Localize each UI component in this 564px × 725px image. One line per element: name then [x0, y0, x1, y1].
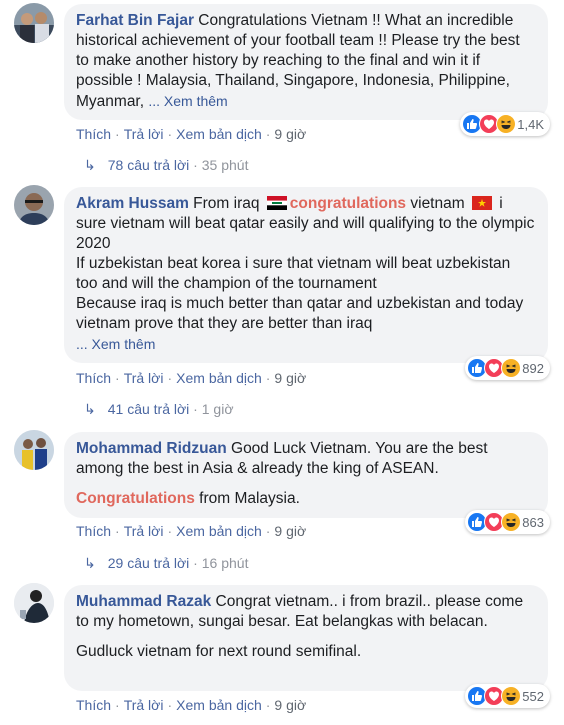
- avatar-photo-icon: [14, 583, 54, 623]
- reaction-icons: [462, 114, 517, 134]
- see-translation-link[interactable]: Xem bản dịch: [176, 523, 262, 539]
- avatar[interactable]: [14, 185, 54, 225]
- avatar-photo-icon: [14, 430, 54, 470]
- see-translation-link[interactable]: Xem bản dịch: [176, 697, 262, 713]
- comment-bubble: Mohammad Ridzuan Good Luck Vietnam. You …: [64, 432, 548, 518]
- comment-actions: Thích · Trả lời · Xem bản dịch · 9 giờ: [76, 523, 307, 539]
- reaction-summary[interactable]: 552: [465, 684, 550, 708]
- highlighted-word: congratulations: [289, 195, 407, 212]
- reaction-summary[interactable]: 892: [465, 356, 550, 380]
- reply-link[interactable]: Trả lời: [124, 697, 164, 713]
- see-more-link[interactable]: ... Xem thêm: [148, 93, 227, 109]
- avatar-photo-icon: [14, 185, 54, 225]
- replies-count: 29 câu trả lời: [107, 555, 190, 571]
- comment-bubble: Farhat Bin Fajar Congratulations Vietnam…: [64, 4, 548, 120]
- reply-arrow-icon: ↳: [84, 401, 96, 417]
- comment-author[interactable]: Akram Hussam: [76, 195, 189, 212]
- avatar[interactable]: [14, 430, 54, 470]
- like-link[interactable]: Thích: [76, 126, 111, 142]
- reaction-count: 1,4K: [517, 116, 544, 132]
- like-link[interactable]: Thích: [76, 523, 111, 539]
- haha-reaction-icon: [501, 358, 522, 378]
- comment-author[interactable]: Farhat Bin Fajar: [76, 12, 194, 29]
- like-link[interactable]: Thích: [76, 697, 111, 713]
- replies-count: 78 câu trả lời: [107, 157, 190, 173]
- avatar[interactable]: [14, 583, 54, 623]
- view-replies-link[interactable]: ↳ 41 câu trả lời · 1 giờ: [84, 401, 234, 418]
- replies-time: 1 giờ: [201, 401, 234, 417]
- reply-link[interactable]: Trả lời: [124, 523, 164, 539]
- comment-bubble: Muhammad Razak Congrat vietnam.. i from …: [64, 585, 548, 691]
- reaction-icons: [467, 512, 522, 532]
- see-translation-link[interactable]: Xem bản dịch: [176, 126, 262, 142]
- reply-link[interactable]: Trả lời: [124, 370, 164, 386]
- comment-time[interactable]: 9 giờ: [274, 126, 306, 142]
- reaction-count: 892: [522, 360, 544, 376]
- comment-time[interactable]: 9 giờ: [274, 370, 306, 386]
- comment-time[interactable]: 9 giờ: [274, 697, 306, 713]
- reaction-count: 863: [522, 514, 544, 530]
- reply-link[interactable]: Trả lời: [124, 126, 164, 142]
- comment-author[interactable]: Muhammad Razak: [76, 593, 211, 610]
- reaction-icons: [467, 358, 522, 378]
- haha-reaction-icon: [496, 114, 517, 134]
- reply-arrow-icon: ↳: [84, 555, 96, 571]
- see-translation-link[interactable]: Xem bản dịch: [176, 370, 262, 386]
- view-replies-link[interactable]: ↳ 29 câu trả lời · 16 phút: [84, 555, 248, 572]
- comment-time[interactable]: 9 giờ: [274, 523, 306, 539]
- haha-reaction-icon: [501, 686, 522, 706]
- comment-bubble: Akram Hussam From iraq congratulations v…: [64, 187, 548, 363]
- like-link[interactable]: Thích: [76, 370, 111, 386]
- reaction-count: 552: [522, 688, 544, 704]
- reply-arrow-icon: ↳: [84, 157, 96, 173]
- haha-reaction-icon: [501, 512, 522, 532]
- see-more-link[interactable]: ... Xem thêm: [76, 336, 155, 352]
- comment-actions: Thích · Trả lời · Xem bản dịch · 9 giờ: [76, 126, 307, 142]
- reaction-icons: [467, 686, 522, 706]
- vietnam-flag-icon: [471, 196, 492, 210]
- reaction-summary[interactable]: 863: [465, 510, 550, 534]
- comment-actions: Thích · Trả lời · Xem bản dịch · 9 giờ: [76, 697, 307, 713]
- replies-count: 41 câu trả lời: [107, 401, 190, 417]
- avatar-photo-icon: [14, 3, 54, 43]
- view-replies-link[interactable]: ↳ 78 câu trả lời · 35 phút: [84, 157, 248, 174]
- comment-author[interactable]: Mohammad Ridzuan: [76, 440, 227, 457]
- highlighted-word: Congratulations: [76, 490, 195, 507]
- comment-actions: Thích · Trả lời · Xem bản dịch · 9 giờ: [76, 370, 307, 386]
- replies-time: 16 phút: [201, 555, 249, 571]
- iraq-flag-icon: [266, 196, 287, 210]
- reaction-summary[interactable]: 1,4K: [460, 112, 550, 136]
- avatar[interactable]: [14, 3, 54, 43]
- replies-time: 35 phút: [201, 157, 249, 173]
